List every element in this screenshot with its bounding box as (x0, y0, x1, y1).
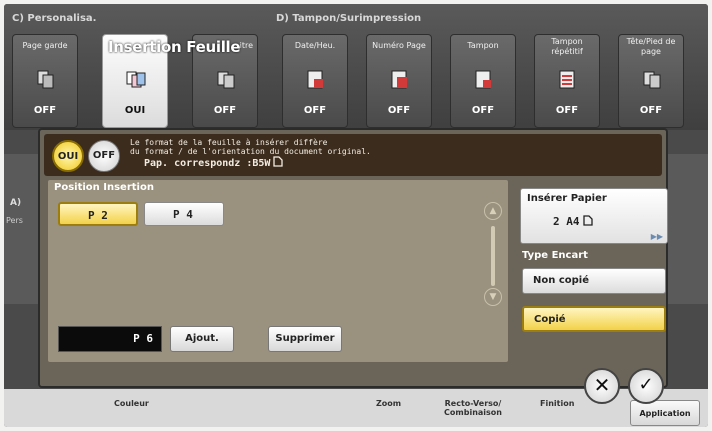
tab-value: OFF (555, 105, 579, 116)
date-stamp-icon (307, 70, 323, 89)
insert-paper-value: 2 A4 (553, 215, 593, 228)
paper-match-text: Pap. correspondz :B5W (144, 158, 271, 169)
position-insertion-title: Position Insertion (54, 182, 154, 193)
insert-sheet-icon (126, 71, 146, 88)
off-button[interactable]: OFF (88, 140, 120, 172)
background-label-pers: Pers (6, 216, 23, 225)
cancel-button[interactable]: ✕ (584, 368, 620, 404)
check-icon: ✓ (638, 374, 654, 395)
tab-page-garde[interactable]: Page garde OFF (12, 34, 78, 128)
message-line-2: du format / de l'orientation du document… (130, 147, 371, 156)
cover-page-icon (37, 70, 54, 89)
bottom-tab-couleur: Couleur (114, 399, 149, 408)
tab-label: Tête/Pied de page (626, 37, 676, 56)
control-panel-screen: C) Personalisa. D) Tampon/Surimpression … (4, 4, 708, 427)
page-number-icon (391, 70, 407, 89)
repeat-stamp-icon (559, 70, 575, 89)
paper-orientation-icon (582, 215, 593, 226)
message-line-1: Le format de la feuille à insérer diffèr… (130, 138, 328, 147)
type-encart-title: Type Encart (522, 250, 588, 261)
position-button-p4[interactable]: P 4 (144, 202, 224, 226)
oui-button[interactable]: OUI (52, 140, 84, 172)
tab-value: OFF (471, 105, 495, 116)
page-number-input[interactable]: P 6 (58, 326, 162, 352)
tab-tampon[interactable]: Tampon OFF (450, 34, 516, 128)
tab-label: Date/Heu. (294, 41, 336, 50)
application-button[interactable]: Application (630, 400, 700, 426)
scroll-up-icon[interactable]: ▲ (484, 202, 502, 220)
expand-arrow-icon: ▶▶ (650, 232, 663, 241)
ok-button[interactable]: ✓ (628, 368, 664, 404)
background-label-a: A) (10, 198, 22, 208)
tab-tampon-repetitif[interactable]: Tampon répétitif OFF (534, 34, 600, 128)
tab-label: Tampon répétitif (551, 37, 583, 56)
background-right-panel (668, 154, 708, 304)
paper-orientation-icon (273, 156, 284, 167)
warning-message: Le format de la feuille à insérer diffèr… (130, 138, 650, 170)
insertion-feuille-dialog: OUI OFF Le format de la feuille à insére… (38, 128, 668, 388)
tab-value: OFF (639, 105, 663, 116)
tab-value: OUI (124, 105, 146, 116)
insert-paper-button[interactable]: Insérer Papier 2 A4 ▶▶ (520, 188, 668, 244)
tab-value: OFF (387, 105, 411, 116)
section-title-personalise: C) Personalisa. (12, 13, 97, 24)
close-icon: ✕ (593, 373, 611, 397)
bottom-tab-zoom: Zoom (376, 399, 402, 408)
bottom-tab-recto-verso: Recto-Verso/ Combinaison (444, 399, 502, 417)
tab-value: OFF (213, 105, 237, 116)
insert-paper-title: Insérer Papier (527, 193, 607, 204)
position-button-p2[interactable]: P 2 (58, 202, 138, 226)
tab-date-heure[interactable]: Date/Heu. OFF (282, 34, 348, 128)
message-bar: OUI OFF Le format de la feuille à insére… (44, 134, 662, 176)
message-line-3: Pap. correspondz :B5W (144, 156, 650, 170)
bottom-tab-finition: Finition (540, 399, 575, 408)
add-button[interactable]: Ajout. (170, 326, 234, 352)
type-option-non-copie[interactable]: Non copié (522, 268, 666, 294)
scroll-down-icon[interactable]: ▼ (484, 288, 502, 306)
type-option-copie[interactable]: Copié (522, 306, 666, 332)
tab-value: OFF (303, 105, 327, 116)
delete-button[interactable]: Supprimer (268, 326, 342, 352)
tab-value: OFF (33, 105, 57, 116)
header-footer-icon (643, 71, 661, 89)
scrollbar[interactable] (491, 226, 495, 286)
tab-numero-page[interactable]: Numéro Page OFF (366, 34, 432, 128)
tab-label: Numéro Page (372, 41, 426, 50)
active-tab-title: Insertion Feuille (108, 38, 241, 56)
tab-tete-pied[interactable]: Tête/Pied de page OFF (618, 34, 684, 128)
insert-paper-size: 2 A4 (553, 215, 580, 228)
stamp-icon (475, 70, 491, 89)
tab-label: Tampon (467, 41, 499, 50)
section-title-tampon: D) Tampon/Surimpression (276, 13, 422, 24)
chapter-icon (217, 71, 235, 89)
function-tab-bar: C) Personalisa. D) Tampon/Surimpression … (4, 4, 708, 130)
tab-label: Page garde (22, 41, 68, 50)
